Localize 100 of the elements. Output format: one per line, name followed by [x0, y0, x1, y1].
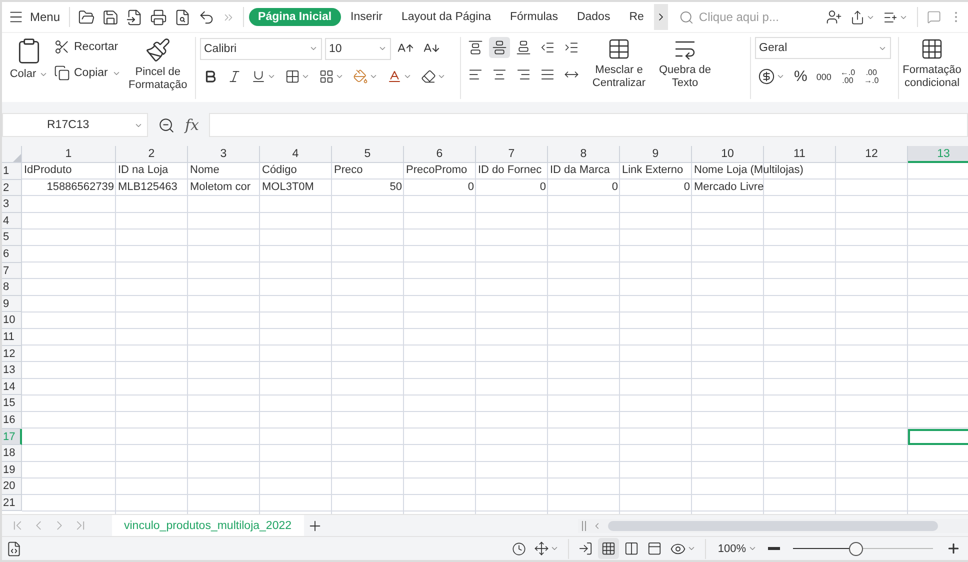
- cut-button[interactable]: Recortar: [52, 37, 120, 57]
- column-header[interactable]: 5: [332, 146, 404, 163]
- row-header[interactable]: 8: [2, 279, 22, 296]
- grid-icon: [319, 69, 334, 84]
- scrollbar-thumb[interactable]: [608, 520, 938, 530]
- row-header[interactable]: 10: [2, 312, 22, 329]
- column-header[interactable]: 9: [620, 146, 692, 163]
- row-header[interactable]: 11: [2, 328, 22, 346]
- spreadsheet-grid[interactable]: IdProduto ID na Loja Nome Código Preco PrecoPromo ID do Fornec ID da Marca Link Externo Nome Loja (Multilojas) 15886562739 MLB125463 Moletom cor MOL3T0M 50 0 0 0 0 Mercado Livre: [22, 163, 968, 514]
- cell-text: Nome Loja (Multilojas): [694, 163, 804, 178]
- share-icon: [850, 10, 865, 24]
- column-header[interactable]: 1: [22, 146, 116, 163]
- column-header[interactable]: 8: [548, 146, 620, 163]
- menu-button[interactable]: Menu: [4, 7, 64, 27]
- ribbon-tab[interactable]: Fórmulas: [501, 8, 567, 26]
- paint-bucket-icon: [353, 69, 368, 84]
- middle-align-button[interactable]: [489, 37, 510, 58]
- align-right-icon: [516, 67, 531, 82]
- row-header[interactable]: 6: [2, 246, 22, 263]
- row-header[interactable]: 15: [2, 395, 22, 412]
- column-header[interactable]: 3: [188, 146, 260, 163]
- number-format-select[interactable]: Geral: [755, 37, 891, 59]
- search-icon: [678, 10, 694, 24]
- ribbon-tab[interactable]: Re: [620, 8, 653, 26]
- row-header[interactable]: 21: [2, 494, 22, 512]
- zoom-icon[interactable]: [158, 116, 175, 134]
- ribbon-tab[interactable]: Inserir: [342, 8, 392, 26]
- row-header[interactable]: 5: [2, 229, 22, 246]
- italic-icon: [227, 69, 242, 84]
- zoom-out-button[interactable]: [765, 544, 783, 553]
- row-header[interactable]: 4: [2, 212, 22, 230]
- panel-icon: [646, 541, 662, 556]
- more-tabs-button[interactable]: [654, 4, 668, 30]
- column-header[interactable]: 4: [260, 146, 332, 163]
- folder-icon: [78, 8, 96, 26]
- thousands-button[interactable]: 000: [813, 68, 834, 84]
- undo-icon: [198, 8, 216, 26]
- row-header[interactable]: 19: [2, 462, 22, 478]
- column-header[interactable]: 10: [692, 146, 764, 163]
- row-header[interactable]: 14: [2, 378, 22, 396]
- cell-text: 0: [468, 180, 474, 195]
- column-header[interactable]: 6: [404, 146, 476, 163]
- merge-center-button[interactable]: Mesclar e Centralizar: [586, 37, 652, 90]
- row-header[interactable]: 18: [2, 445, 22, 462]
- middle-align-icon: [492, 40, 507, 55]
- file-search-icon: [174, 8, 192, 26]
- caret-icon: [301, 72, 310, 81]
- normal-view-button[interactable]: [598, 538, 619, 559]
- copy-icon: [54, 65, 70, 81]
- cell-text: IdProduto: [24, 163, 72, 178]
- save-icon: [102, 8, 120, 26]
- cell-text: Mercado Livre: [694, 180, 764, 195]
- selected-cell[interactable]: [908, 428, 968, 446]
- percent-button[interactable]: %: [791, 65, 810, 88]
- column-header[interactable]: 12: [836, 146, 908, 163]
- ribbon-tab[interactable]: Dados: [568, 8, 620, 26]
- zoom-level[interactable]: 100%: [712, 542, 763, 556]
- font-name-select[interactable]: Calibri: [200, 38, 322, 60]
- column-header[interactable]: 7: [476, 146, 548, 163]
- cell-text: Link Externo: [622, 163, 684, 178]
- paintbrush-icon: [144, 37, 171, 63]
- function-label[interactable]: fx: [185, 116, 200, 134]
- decrease-decimal-button[interactable]: .00 →.0: [861, 66, 882, 88]
- cell-text: MLB125463: [118, 180, 178, 195]
- crosshair-arrows-icon: [534, 541, 549, 556]
- cell-text: PrecoPromo: [406, 163, 468, 178]
- cell-text: 50: [390, 180, 402, 195]
- row-header[interactable]: 16: [2, 412, 22, 428]
- cell-text: MOL3T0M: [262, 180, 314, 195]
- ribbon-tab[interactable]: Layout da Página: [392, 8, 500, 26]
- increase-decimal-button[interactable]: ←.0 .00: [837, 66, 858, 88]
- row-header[interactable]: 1: [2, 163, 22, 180]
- row-header[interactable]: 13: [2, 362, 22, 379]
- macro-icon[interactable]: [6, 540, 22, 556]
- column-header[interactable]: 11: [764, 146, 836, 163]
- wrap-text-button[interactable]: Quebra de Texto: [656, 37, 714, 90]
- column-header[interactable]: 2: [116, 146, 188, 163]
- slider-thumb[interactable]: [849, 542, 863, 556]
- copy-button[interactable]: Copiar: [52, 63, 123, 83]
- name-box[interactable]: R17C13: [2, 113, 148, 137]
- row-header[interactable]: 7: [2, 262, 22, 280]
- row-header[interactable]: 12: [2, 346, 22, 362]
- search-field[interactable]: Clique aqui p...: [678, 9, 809, 25]
- justify-icon: [540, 67, 555, 82]
- caret-icon: [309, 44, 318, 53]
- merge-cells-icon: [607, 37, 631, 61]
- grip-handle[interactable]: [582, 520, 586, 530]
- formula-input[interactable]: [209, 113, 968, 137]
- caret-icon: [369, 72, 378, 81]
- font-size-select[interactable]: 10: [325, 38, 391, 60]
- row-header[interactable]: 2: [2, 180, 22, 196]
- conditional-formatting-button[interactable]: Formatação condicional: [899, 37, 965, 102]
- row-header[interactable]: 9: [2, 296, 22, 312]
- row-header[interactable]: 3: [2, 196, 22, 213]
- bold-icon: [203, 69, 218, 84]
- cell-text: 15886562739: [46, 180, 114, 195]
- row-header[interactable]: 20: [2, 478, 22, 495]
- format-painter-button[interactable]: Pincel de Formatação: [126, 37, 189, 92]
- eraser-icon: [421, 69, 436, 84]
- paste-button[interactable]: Colar: [10, 37, 48, 81]
